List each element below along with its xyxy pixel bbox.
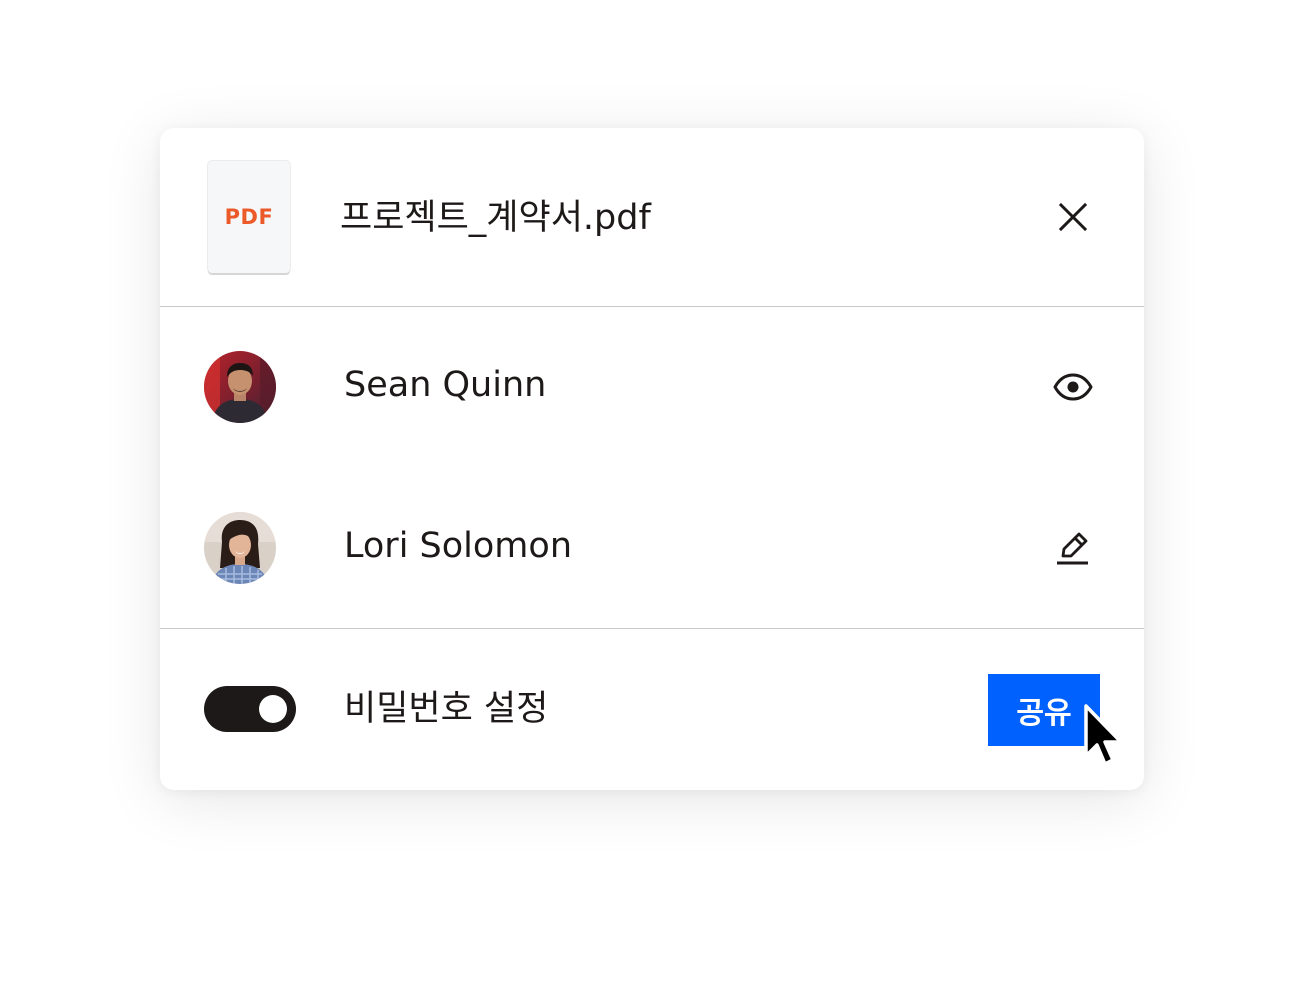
mouse-cursor-icon [1084, 704, 1123, 766]
password-toggle[interactable] [204, 686, 296, 732]
pdf-file-thumbnail: PDF [208, 161, 290, 273]
stage: PDF 프로젝트_계약서.pdf Sean Quinn Lori Solomon… [0, 0, 1305, 983]
avatar [204, 512, 276, 584]
file-header: PDF 프로젝트_계약서.pdf [160, 128, 1144, 307]
file-name: 프로젝트_계약서.pdf [340, 198, 651, 238]
eye-icon [1053, 373, 1093, 401]
file-type-badge: PDF [224, 205, 274, 229]
password-toggle-label: 비밀번호 설정 [344, 689, 549, 729]
collaborator-row: Sean Quinn [160, 307, 1144, 468]
view-permission-button[interactable] [1049, 363, 1097, 411]
share-dialog: PDF 프로젝트_계약서.pdf Sean Quinn Lori Solomon… [160, 128, 1144, 790]
avatar [204, 351, 276, 423]
close-icon [1058, 202, 1088, 232]
collaborator-name: Sean Quinn [344, 365, 547, 405]
share-footer: 비밀번호 설정 공유 [160, 629, 1144, 790]
pencil-icon [1057, 532, 1088, 565]
edit-permission-button[interactable] [1049, 524, 1097, 572]
collaborator-name: Lori Solomon [344, 526, 572, 566]
toggle-knob [259, 695, 287, 723]
close-button[interactable] [1049, 193, 1097, 241]
collaborator-row: Lori Solomon [160, 468, 1144, 629]
